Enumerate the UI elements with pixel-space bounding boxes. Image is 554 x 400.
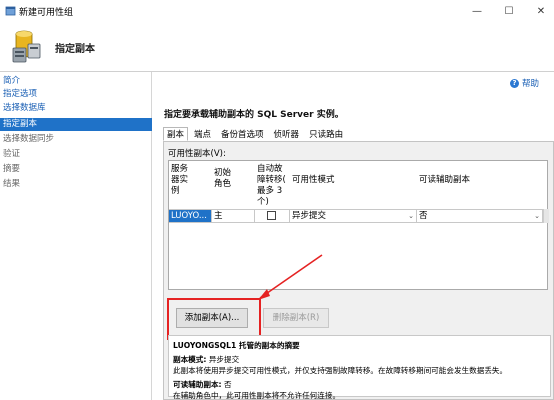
tab-endpoints[interactable]: 端点 bbox=[190, 127, 215, 141]
help-icon: ? bbox=[510, 78, 519, 88]
chevron-down-icon: ⌄ bbox=[534, 212, 540, 220]
wizard-header: 指定副本 bbox=[0, 22, 554, 72]
summary-heading: LUOYONGSQL1 托管的副本的摘要 bbox=[173, 341, 300, 350]
window-title: 新建可用性组 bbox=[19, 8, 74, 18]
column-header-server: 服务 器实 例 bbox=[169, 161, 211, 209]
initial-role-cell: 主 bbox=[212, 210, 255, 222]
title-bar: 新建可用性组 — ☐ ✕ bbox=[0, 0, 554, 22]
help-link[interactable]: ? 帮助 bbox=[510, 77, 539, 89]
table-row[interactable]: LUOYO... 主 异步提交 ⌄ 否 ⌄ bbox=[169, 209, 543, 223]
summary-read-label: 可读辅助副本: bbox=[173, 380, 222, 389]
column-header-auto-failover: 自动故 障转移( 最多 3 个) bbox=[255, 161, 289, 209]
server-instance-cell[interactable]: LUOYO... bbox=[169, 210, 212, 222]
summary-mode-value: 异步提交 bbox=[208, 355, 240, 364]
tab-backup-preferences[interactable]: 备份首选项 bbox=[217, 127, 268, 141]
close-button[interactable]: ✕ bbox=[526, 0, 554, 22]
chevron-down-icon: ⌄ bbox=[408, 212, 414, 220]
maximize-button[interactable]: ☐ bbox=[494, 0, 524, 22]
nav-item-replicas[interactable]: 指定副本 bbox=[0, 118, 152, 131]
main-content: ? 帮助 指定要承载辅助副本的 SQL Server 实例。 副本 端点 备份首… bbox=[153, 72, 554, 400]
tab-replicas[interactable]: 副本 bbox=[163, 127, 189, 141]
tab-listener[interactable]: 侦听器 bbox=[270, 127, 304, 141]
summary-read-desc: 在辅助角色中，此可用性副本将不允许任何连接。 bbox=[173, 391, 341, 400]
replica-summary: LUOYONGSQL1 托管的副本的摘要 副本模式: 异步提交 此副本将使用异步… bbox=[168, 335, 551, 400]
instruction-text: 指定要承载辅助副本的 SQL Server 实例。 bbox=[164, 110, 344, 120]
database-cluster-icon bbox=[12, 30, 41, 63]
wizard-nav: 简介 指定选项 选择数据库 指定副本 选择数据同步 验证 摘要 结果 bbox=[0, 72, 152, 400]
column-header-readable-secondary: 可读辅助副本 bbox=[417, 161, 543, 209]
replicas-grid: 服务 器实 例 初始 角色 自动故 障转移( 最多 3 个) 可用性模式 可读辅… bbox=[168, 160, 549, 290]
readable-secondary-value: 否 bbox=[419, 211, 428, 221]
tab-readonly-routing[interactable]: 只读路由 bbox=[305, 127, 347, 141]
app-icon bbox=[5, 6, 16, 16]
summary-mode-label: 副本模式: bbox=[173, 355, 207, 364]
nav-item-data-sync: 选择数据同步 bbox=[3, 134, 55, 144]
nav-item-summary: 摘要 bbox=[3, 164, 21, 174]
help-label: 帮助 bbox=[522, 79, 540, 89]
nav-item-databases[interactable]: 选择数据库 bbox=[0, 102, 152, 115]
nav-item-options[interactable]: 指定选项 bbox=[0, 88, 152, 101]
minimize-button[interactable]: — bbox=[462, 0, 492, 22]
nav-item-results: 结果 bbox=[3, 179, 21, 189]
readable-secondary-select[interactable]: 否 ⌄ bbox=[417, 210, 543, 222]
grid-scrollbar[interactable] bbox=[543, 209, 549, 223]
nav-item-intro[interactable]: 简介 bbox=[0, 75, 152, 88]
tab-strip: 副本 端点 备份首选项 侦听器 只读路由 bbox=[163, 127, 349, 141]
column-header-availability-mode: 可用性模式 bbox=[290, 161, 416, 209]
page-title: 指定副本 bbox=[55, 44, 95, 55]
annotation-highlight-box bbox=[167, 298, 261, 340]
availability-mode-value: 异步提交 bbox=[292, 211, 327, 221]
column-header-role: 初始 角色 bbox=[212, 161, 254, 209]
remove-replica-button: 删除副本(R) bbox=[263, 308, 329, 328]
summary-read-value: 否 bbox=[224, 380, 232, 389]
summary-mode-desc: 此副本将使用异步提交可用性模式，并仅支持强制故障转移。在故障转移期间可能会发生数… bbox=[173, 366, 508, 375]
replicas-label: 可用性副本(V): bbox=[168, 149, 226, 159]
auto-failover-cell bbox=[255, 210, 290, 222]
nav-item-validation: 验证 bbox=[3, 149, 21, 159]
availability-mode-select[interactable]: 异步提交 ⌄ bbox=[290, 210, 417, 222]
auto-failover-checkbox[interactable] bbox=[267, 211, 276, 220]
replicas-panel: 可用性副本(V): 服务 器实 例 初始 角色 自动故 障转移( 最多 3 个)… bbox=[163, 141, 554, 400]
